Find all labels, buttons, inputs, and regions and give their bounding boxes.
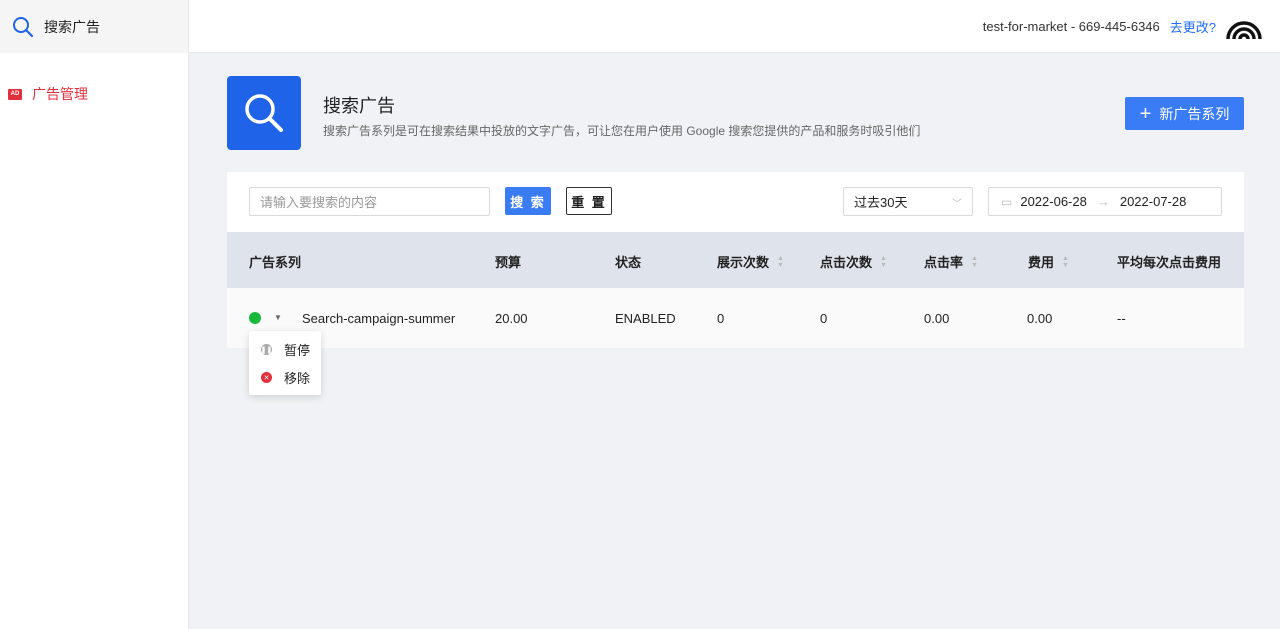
sidebar-item-label: 广告管理 (32, 86, 88, 102)
col-clicks[interactable]: 点击次数 ▲ ▼ (820, 252, 887, 271)
col-cost-label: 费用 (1028, 255, 1055, 270)
date-range-picker[interactable]: ▭ 2022-06-28 → 2022-07-28 (988, 187, 1222, 216)
plus-icon: + (1139, 102, 1152, 125)
date-end: 2022-07-28 (1119, 194, 1187, 209)
col-ctr[interactable]: 点击率 ▲ ▼ (924, 252, 978, 271)
col-ctr-label: 点击率 (924, 255, 964, 270)
status-enabled-icon (249, 312, 261, 324)
col-campaign: 广告系列 (249, 255, 302, 270)
new-campaign-button[interactable]: + 新广告系列 (1125, 97, 1244, 130)
col-budget: 预算 (495, 255, 522, 270)
topbar: test-for-market - 669-445-6346 去更改? (189, 0, 1280, 53)
table-header: 广告系列 预算 状态 展示次数 ▲ ▼ 点击次数 ▲ ▼ 点击率 ▲ ▼ 费用 ▲ ▼ … (227, 232, 1244, 288)
search-input[interactable]: 请输入要搜索的内容 (249, 187, 490, 216)
cell-cost: 0.00 (1027, 311, 1053, 326)
cell-clicks: 0 (820, 311, 828, 326)
sidebar-header: 搜索广告 (0, 0, 188, 53)
cell-status: ENABLED (615, 311, 676, 326)
arrow-right-icon: → (1096, 194, 1110, 209)
page-description: 搜索广告系列是可在搜索结果中投放的文字广告，可让您在用户使用 Google 搜索… (323, 124, 921, 138)
period-select[interactable]: 过去30天 ﹀ (843, 187, 973, 216)
menu-item-label: 暂停 (284, 343, 311, 358)
col-clicks-label: 点击次数 (820, 255, 873, 270)
sort-icon[interactable]: ▲ ▼ (1062, 255, 1069, 269)
menu-item-pause[interactable]: ❚❚ 暂停 (261, 340, 310, 359)
cell-ctr: 0.00 (924, 311, 950, 326)
remove-icon: ✕ (261, 372, 272, 383)
page-title: 搜索广告 (323, 96, 395, 116)
hero-search-icon (227, 76, 301, 150)
search-button[interactable]: 搜 索 (505, 187, 551, 215)
cell-impressions: 0 (717, 311, 725, 326)
caret-down-icon[interactable]: ▼ (274, 313, 282, 322)
search-icon (13, 16, 34, 37)
sidebar-title: 搜索广告 (44, 18, 100, 35)
col-avg-cpc: 平均每次点击费用 (1117, 255, 1222, 270)
sidebar-item-ad-management[interactable]: AD 广告管理 (8, 84, 88, 104)
menu-item-label: 移除 (284, 371, 311, 386)
status-dropdown-menu: ❚❚ 暂停 ✕ 移除 (249, 331, 321, 395)
pause-icon: ❚❚ (261, 344, 272, 355)
calendar-icon: ▭ (1001, 194, 1013, 209)
date-start: 2022-06-28 (1020, 194, 1087, 209)
chevron-down-icon: ﹀ (952, 199, 962, 210)
col-impressions[interactable]: 展示次数 ▲ ▼ (717, 252, 784, 271)
cell-budget: 20.00 (495, 311, 528, 326)
change-account-link[interactable]: 去更改? (1170, 17, 1216, 36)
reset-button[interactable]: 重 置 (566, 187, 612, 215)
brand-logo-icon (1226, 21, 1262, 40)
sort-icon[interactable]: ▲ ▼ (971, 255, 978, 269)
ad-icon: AD (8, 88, 22, 100)
sort-icon[interactable]: ▲ ▼ (880, 255, 887, 269)
sidebar: 搜索广告 AD 广告管理 (0, 0, 189, 629)
sort-icon[interactable]: ▲ ▼ (777, 255, 784, 269)
col-status: 状态 (615, 255, 642, 270)
cell-avg-cpc: -- (1117, 311, 1126, 326)
period-value: 过去30天 (854, 195, 908, 210)
new-campaign-label: 新广告系列 (1159, 105, 1230, 122)
menu-item-remove[interactable]: ✕ 移除 (261, 368, 310, 387)
cell-campaign[interactable]: Search-campaign-summer (302, 311, 455, 326)
col-cost[interactable]: 费用 ▲ ▼ (1028, 252, 1069, 271)
col-impressions-label: 展示次数 (717, 255, 770, 270)
campaign-panel: 请输入要搜索的内容 搜 索 重 置 过去30天 ﹀ ▭ 2022-06-28 →… (227, 172, 1244, 348)
table-row: ▼ Search-campaign-summer 20.00 ENABLED 0… (227, 288, 1244, 348)
account-info: test-for-market - 669-445-6346 (982, 18, 1160, 34)
